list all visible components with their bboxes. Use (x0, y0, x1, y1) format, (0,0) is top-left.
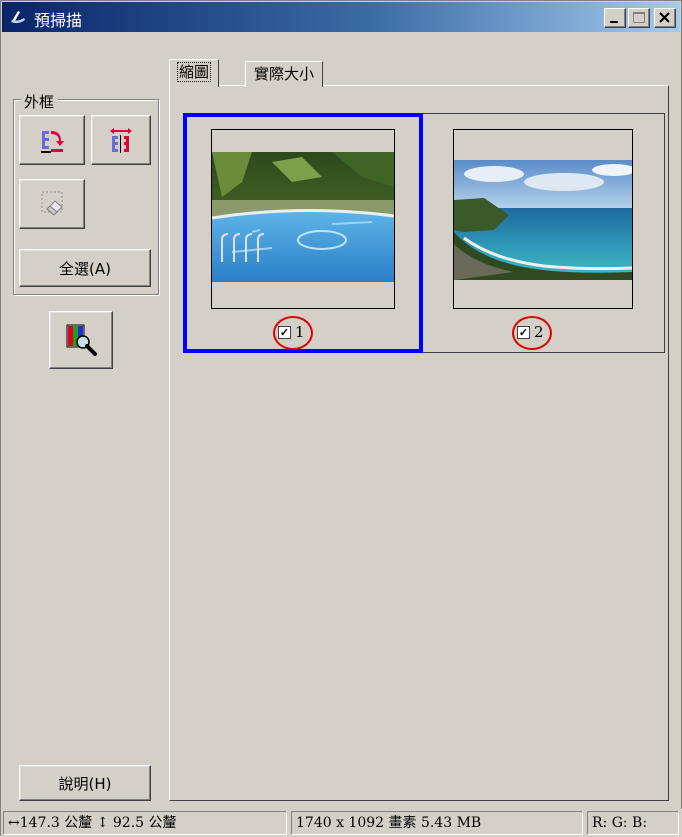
select-all-label: 全選(A) (59, 259, 111, 278)
highlight-ring-2 (512, 316, 552, 350)
frame-group-label: 外框 (21, 91, 58, 112)
thumbnail-image-box-2 (453, 129, 633, 309)
thumbnail-frame-1[interactable] (183, 113, 423, 353)
status-size-info: 1740 x 1092 畫素 5.43 MB (291, 811, 583, 835)
auto-locate-frame-button[interactable] (19, 115, 85, 165)
zoom-magnifier-icon (66, 324, 97, 356)
tab-thumbnail[interactable]: 縮圖 (169, 59, 220, 87)
help-label: 說明(H) (58, 774, 112, 793)
thumbnail-frame-2[interactable] (425, 113, 663, 353)
window-title: 預掃描 (34, 11, 83, 30)
maximize-button[interactable] (628, 8, 650, 28)
adjust-frame-size-button[interactable] (91, 115, 151, 165)
prescan-window: 預掃描 外框 全選(A) 說明(H) 縮圖 實際大小 ✓ 1 ✓ 2 ↔147.… (0, 0, 682, 837)
auto-locate-frame-icon (41, 131, 64, 153)
erase-frame-button[interactable] (19, 179, 85, 229)
adjust-frame-size-icon (110, 128, 132, 153)
scanner-app-icon (11, 11, 25, 24)
highlight-ring-1 (273, 316, 313, 350)
select-all-button[interactable]: 全選(A) (19, 249, 151, 287)
minimize-button[interactable] (604, 8, 626, 28)
maximize-icon (633, 12, 645, 23)
dimensions-text: 147.3 公釐 ↕ 92.5 公釐 (19, 815, 177, 831)
status-dimensions: ↔147.3 公釐 ↕ 92.5 公釐 (3, 811, 287, 835)
close-button[interactable] (654, 8, 676, 28)
minimize-icon (610, 21, 618, 23)
width-arrow-icon: ↔ (8, 815, 20, 831)
close-icon (659, 12, 670, 23)
coast-image (454, 160, 632, 280)
help-button[interactable]: 說明(H) (19, 765, 151, 801)
thumbnail-image-box-1 (211, 129, 395, 309)
status-bar: ↔147.3 公釐 ↕ 92.5 公釐 1740 x 1092 畫素 5.43 … (1, 809, 682, 837)
zoom-button[interactable] (49, 311, 113, 369)
title-bar[interactable]: 預掃描 (2, 2, 680, 32)
tab-actual-size[interactable]: 實際大小 (245, 61, 324, 87)
pool-image (212, 152, 394, 282)
erase-frame-icon (41, 191, 63, 216)
status-rgb: R: G: B: (587, 811, 679, 835)
